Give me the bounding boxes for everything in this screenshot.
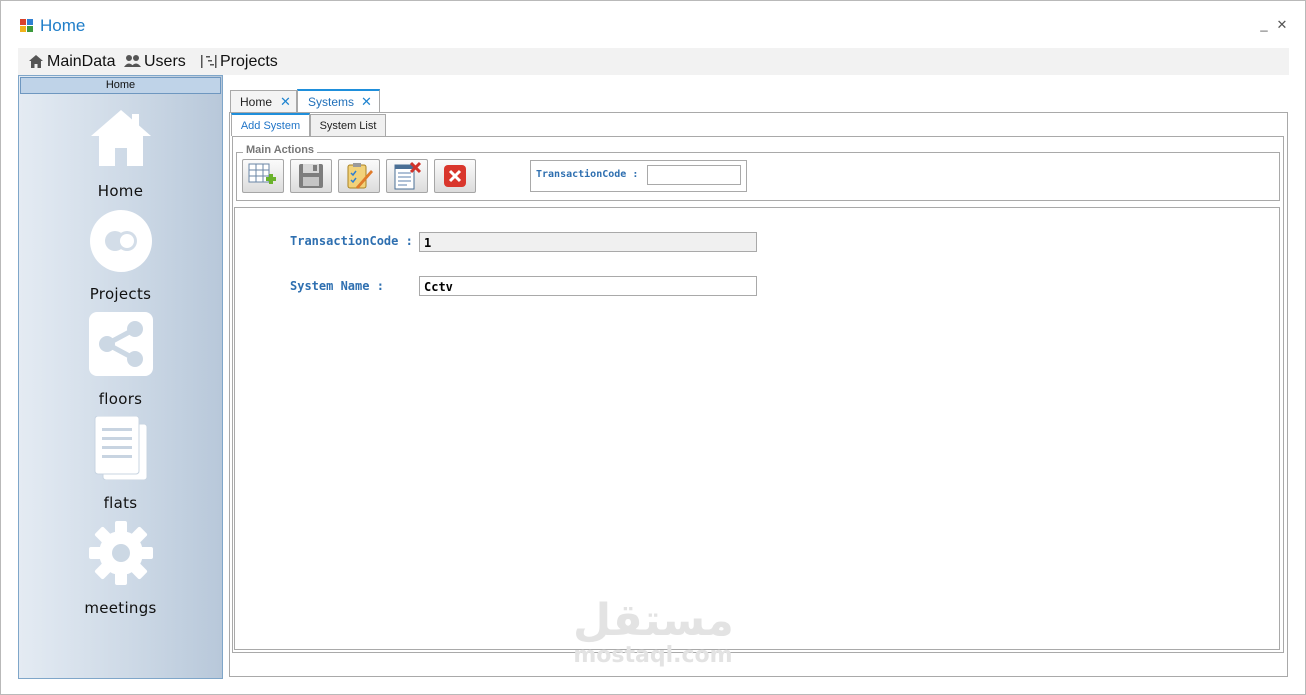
transaction-filter-label: TransactionCode : [536,169,639,180]
menu-projects-label: Projects [220,52,278,70]
edit-checklist-icon [347,163,373,189]
watermark: مستقل mostaql.com [573,595,734,669]
sidebar-item-meetings[interactable]: meetings [19,521,222,621]
sidebar: Home Home Projects floors flats meetings [18,75,223,679]
tab-system-list[interactable]: System List [310,114,386,136]
documents-icon [94,416,148,480]
menu-users[interactable]: Users [124,48,186,75]
edit-button[interactable] [338,159,380,193]
sidebar-item-projects-label: Projects [89,285,152,303]
watermark-latin: mostaql.com [573,643,733,668]
sidebar-item-projects[interactable]: Projects [19,209,222,309]
sidebar-item-floors[interactable]: floors [19,312,222,412]
tab-home[interactable]: Home ✕ [230,90,297,113]
transaction-code-label: TransactionCode : [290,234,413,248]
sidebar-item-home[interactable]: Home [19,106,222,206]
delete-document-icon [394,161,422,190]
cancel-icon [444,165,466,187]
system-name-label: System Name : [290,279,384,293]
add-button[interactable] [242,159,284,193]
menu-users-label: Users [144,52,186,70]
sidebar-item-home-label: Home [97,182,144,200]
app-window: Home _ ✕ MainData Users Projects Home Ho… [0,0,1306,695]
delete-button[interactable] [386,159,428,193]
save-button[interactable] [290,159,332,193]
sitemap-icon [201,55,217,68]
main-actions-legend: Main Actions [243,144,318,156]
sidebar-item-flats-label: flats [103,494,138,512]
window-title: Home [40,16,86,35]
minimize-button[interactable]: _ [1257,17,1271,33]
cancel-button[interactable] [434,159,476,193]
home-icon [29,55,43,68]
watermark-arabic: مستقل [573,595,734,646]
save-icon [299,164,323,188]
house-icon [91,110,151,166]
circle-toggle-icon [90,210,152,272]
sidebar-item-floors-label: floors [98,390,143,408]
menu-maindata[interactable]: MainData [28,48,115,75]
close-icon[interactable]: ✕ [361,94,372,110]
tab-home-label: Home [240,95,273,109]
menu-projects[interactable]: Projects [200,48,278,75]
transaction-filter-input[interactable] [647,165,741,185]
close-window-button[interactable]: ✕ [1275,17,1289,33]
app-icon [20,19,34,33]
sidebar-header: Home [20,77,221,94]
close-icon[interactable]: ✕ [280,94,291,110]
add-grid-icon [248,163,276,184]
title-bar: Home _ ✕ [1,1,1305,47]
form-panel: TransactionCode : 1 System Name : Cctv [234,207,1280,650]
users-icon [124,55,141,67]
sidebar-item-meetings-label: meetings [84,599,157,617]
transaction-filter-box: TransactionCode : [530,160,747,192]
transaction-code-field[interactable]: 1 [419,232,757,252]
menu-bar: MainData Users Projects [18,48,1289,75]
menu-maindata-label: MainData [47,52,116,70]
gear-icon [89,521,153,585]
tab-add-system[interactable]: Add System [231,113,310,136]
tab-systems-label: Systems [308,95,355,109]
system-name-field[interactable]: Cctv [419,276,757,296]
share-icon [89,312,153,376]
tab-systems[interactable]: Systems ✕ [297,89,380,113]
sidebar-item-flats[interactable]: flats [19,416,222,516]
